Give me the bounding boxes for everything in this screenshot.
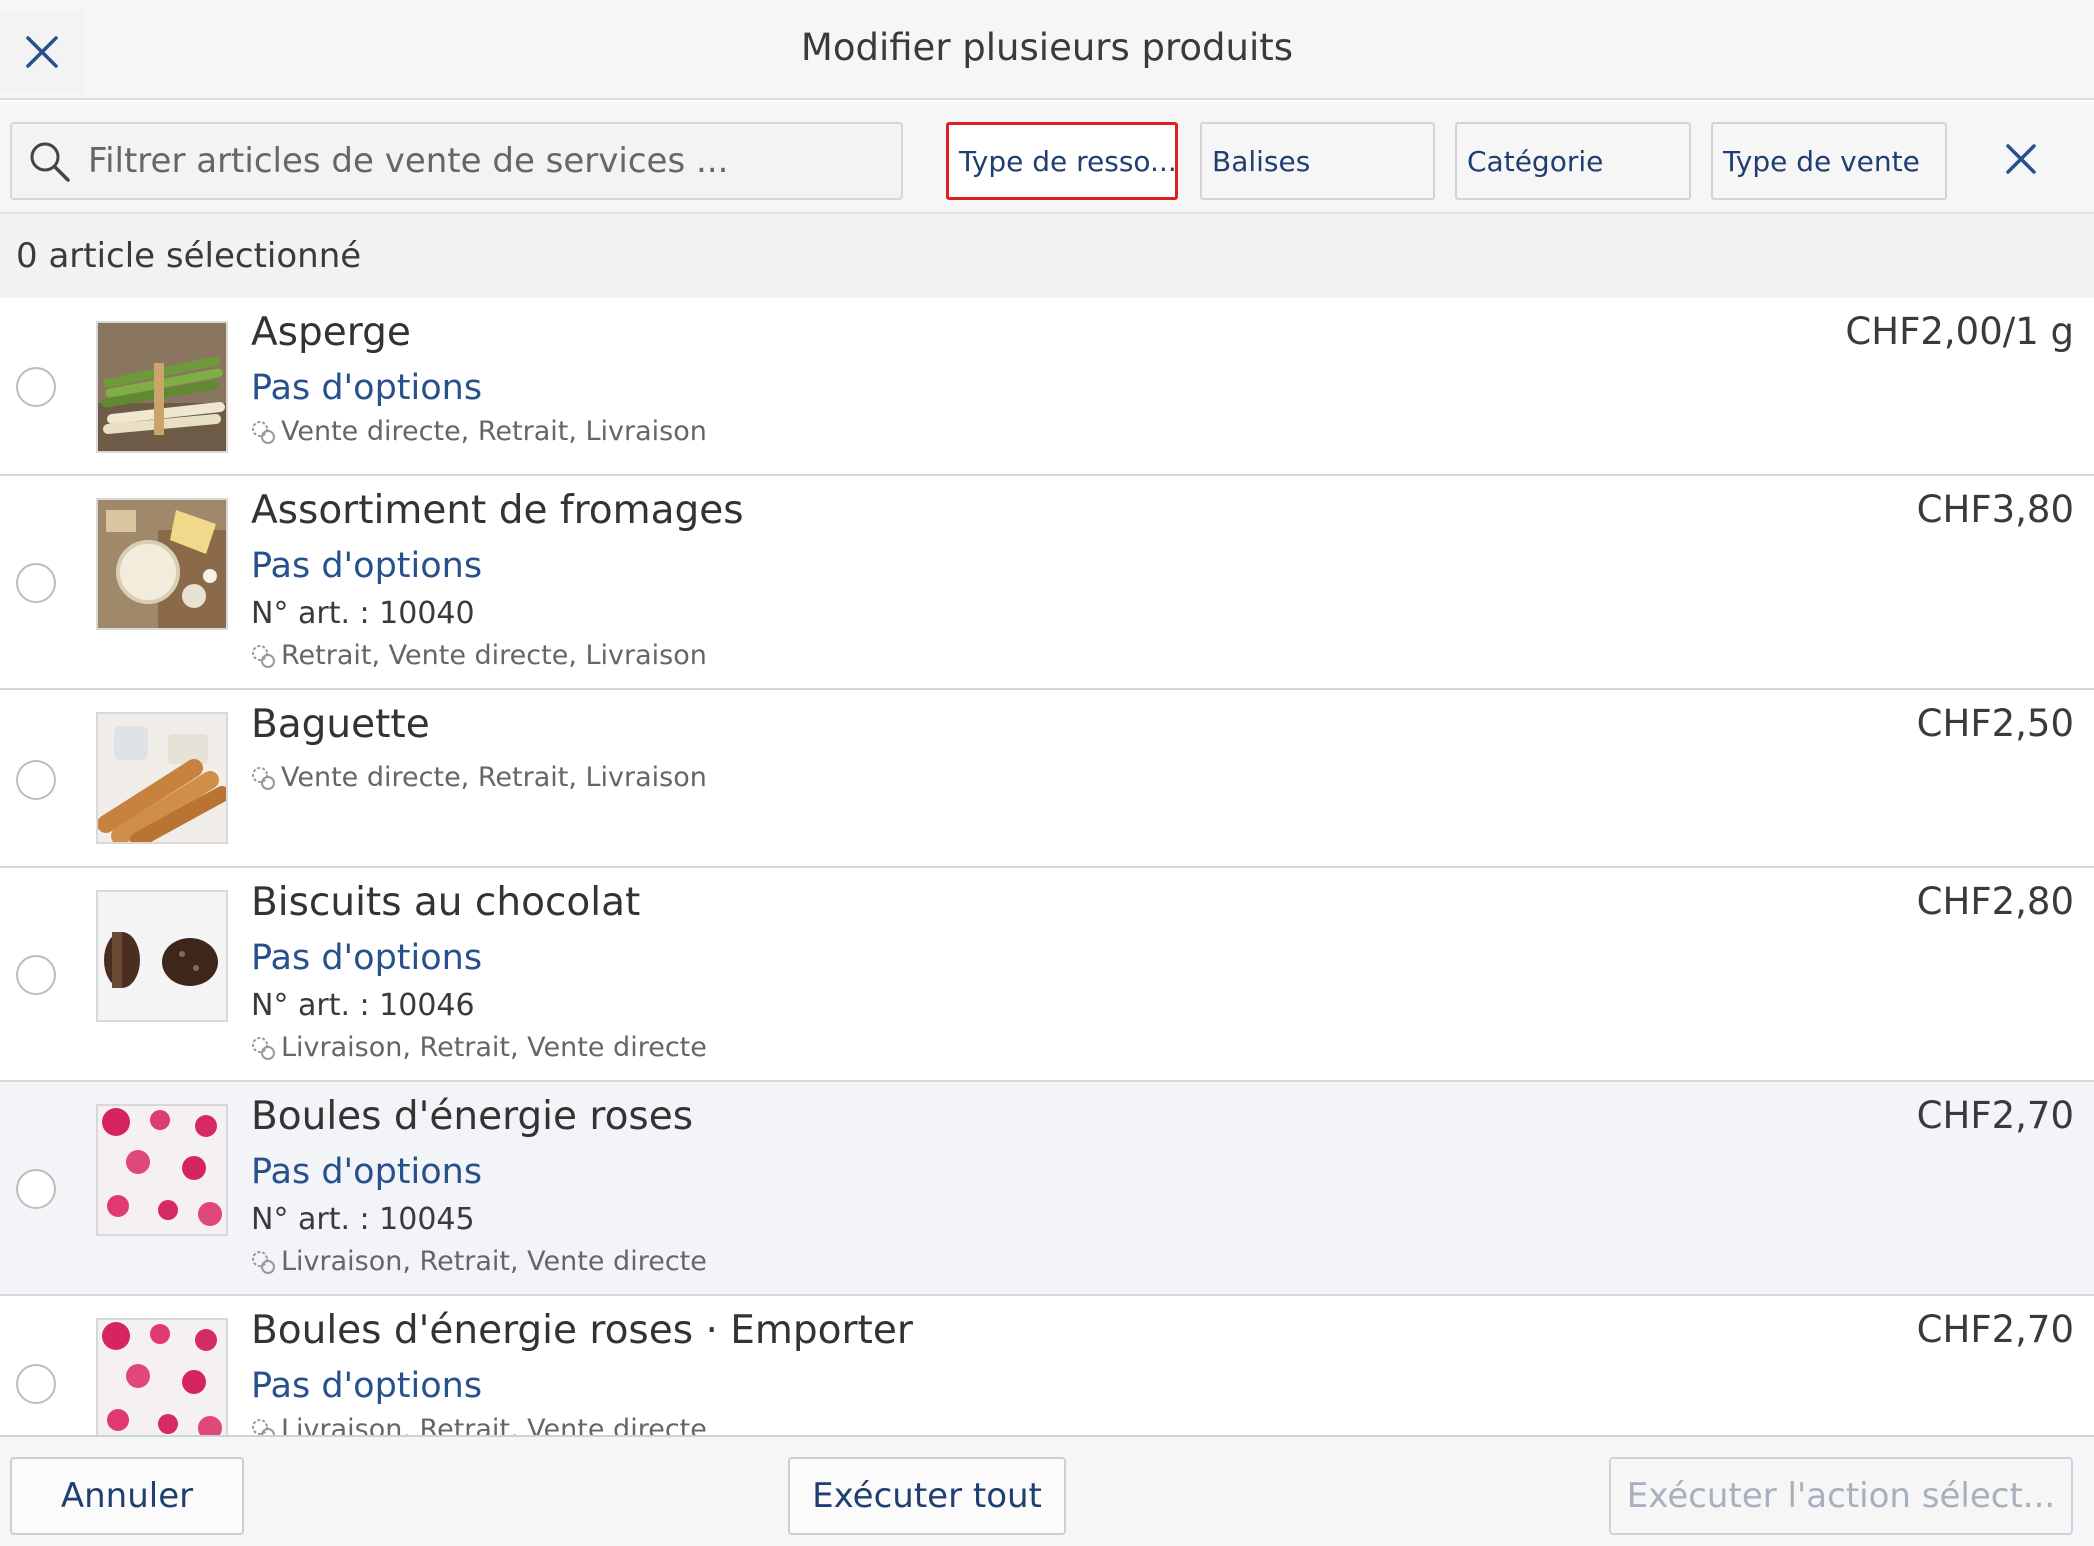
sale-type-icon xyxy=(252,1250,275,1274)
select-radio[interactable] xyxy=(16,563,56,603)
product-name: Biscuits au chocolat xyxy=(251,880,641,925)
sale-types: Livraison, Retrait, Vente directe xyxy=(249,1414,707,1435)
sale-types-text: Vente directe, Retrait, Livraison xyxy=(281,416,707,447)
execute-selected-button[interactable]: Exécuter l'action sélect... xyxy=(1609,1457,2073,1535)
product-image-asparagus xyxy=(96,321,228,453)
filter-sale-type-label: Type de vente xyxy=(1723,144,1920,178)
select-radio[interactable] xyxy=(16,1169,56,1209)
product-name: Asperge xyxy=(251,310,411,355)
product-options[interactable]: Pas d'options xyxy=(251,938,482,978)
product-options[interactable]: Pas d'options xyxy=(251,1152,482,1192)
page-title: Modifier plusieurs produits xyxy=(800,26,1294,69)
product-name: Boules d'énergie roses · Emporter xyxy=(251,1308,913,1353)
sale-types-text: Retrait, Vente directe, Livraison xyxy=(281,640,707,671)
sale-types-text: Livraison, Retrait, Vente directe xyxy=(281,1032,707,1063)
sale-types: Vente directe, Retrait, Livraison xyxy=(249,762,707,793)
product-price: CHF2,50 xyxy=(1916,702,2074,745)
article-number: N° art. : 10045 xyxy=(251,1202,475,1237)
filter-bar: Type de resso... Balises Catégorie Type … xyxy=(0,102,2094,214)
product-list: Asperge Pas d'options Vente directe, Ret… xyxy=(0,298,2094,1435)
product-row[interactable]: Biscuits au chocolat Pas d'options N° ar… xyxy=(0,868,2094,1082)
close-icon xyxy=(2006,144,2036,174)
sale-types: Livraison, Retrait, Vente directe xyxy=(249,1246,707,1277)
sale-type-icon xyxy=(252,420,275,444)
product-price: CHF2,70 xyxy=(1916,1094,2074,1137)
search-box[interactable] xyxy=(10,122,903,200)
sale-type-icon xyxy=(252,644,275,668)
filter-tags[interactable]: Balises xyxy=(1200,122,1435,200)
product-options[interactable]: Pas d'options xyxy=(251,1366,482,1406)
cancel-button[interactable]: Annuler xyxy=(10,1457,244,1535)
search-icon xyxy=(30,142,70,182)
footer-bar: Annuler Exécuter tout Exécuter l'action … xyxy=(0,1435,2094,1546)
product-options[interactable]: Pas d'options xyxy=(251,546,482,586)
sale-type-icon xyxy=(252,1418,275,1435)
product-image-baguette xyxy=(96,712,228,844)
filter-category-label: Catégorie xyxy=(1467,144,1604,178)
product-image-pink-energy-balls xyxy=(96,1104,228,1236)
select-radio[interactable] xyxy=(16,955,56,995)
sale-types: Retrait, Vente directe, Livraison xyxy=(249,640,707,671)
sale-types: Livraison, Retrait, Vente directe xyxy=(249,1032,707,1063)
clear-filters-button[interactable] xyxy=(1994,132,2048,186)
product-price: CHF2,00/1 g xyxy=(1845,310,2074,353)
product-image-chocolate-biscuits xyxy=(96,890,228,1022)
filter-resource-type-label: Type de resso... xyxy=(959,144,1177,178)
sale-types: Vente directe, Retrait, Livraison xyxy=(249,416,707,447)
sale-types-text: Livraison, Retrait, Vente directe xyxy=(281,1414,707,1435)
sale-types-text: Vente directe, Retrait, Livraison xyxy=(281,762,707,793)
article-number: N° art. : 10046 xyxy=(251,988,475,1023)
product-row[interactable]: Asperge Pas d'options Vente directe, Ret… xyxy=(0,298,2094,476)
select-radio[interactable] xyxy=(16,367,56,407)
product-price: CHF3,80 xyxy=(1916,488,2074,531)
product-price: CHF2,80 xyxy=(1916,880,2074,923)
sale-types-text: Livraison, Retrait, Vente directe xyxy=(281,1246,707,1277)
select-radio[interactable] xyxy=(16,1364,56,1404)
execute-all-button[interactable]: Exécuter tout xyxy=(788,1457,1066,1535)
select-radio[interactable] xyxy=(16,760,56,800)
sale-type-icon xyxy=(252,766,275,790)
product-row[interactable]: Boules d'énergie roses Pas d'options N° … xyxy=(0,1082,2094,1296)
article-number: N° art. : 10040 xyxy=(251,596,475,631)
filter-sale-type[interactable]: Type de vente xyxy=(1711,122,1947,200)
selection-count: 0 article sélectionné xyxy=(16,236,362,276)
filter-resource-type[interactable]: Type de resso... xyxy=(946,122,1178,200)
sale-type-icon xyxy=(252,1036,275,1060)
product-row[interactable]: Boules d'énergie roses · Emporter Pas d'… xyxy=(0,1296,2094,1435)
product-options[interactable]: Pas d'options xyxy=(251,368,482,408)
search-input[interactable] xyxy=(88,124,878,198)
filter-category[interactable]: Catégorie xyxy=(1455,122,1691,200)
header-bar: Modifier plusieurs produits xyxy=(0,0,2094,100)
product-name: Baguette xyxy=(251,702,430,747)
filter-tags-label: Balises xyxy=(1212,144,1311,178)
product-image-pink-energy-balls xyxy=(96,1318,228,1435)
selection-summary: 0 article sélectionné xyxy=(0,214,2094,298)
product-price: CHF2,70 xyxy=(1916,1308,2074,1351)
product-row[interactable]: Assortiment de fromages Pas d'options N°… xyxy=(0,476,2094,690)
product-row[interactable]: Baguette Vente directe, Retrait, Livrais… xyxy=(0,690,2094,868)
product-name: Assortiment de fromages xyxy=(251,488,744,533)
product-image-cheese xyxy=(96,498,228,630)
product-name: Boules d'énergie roses xyxy=(251,1094,694,1139)
